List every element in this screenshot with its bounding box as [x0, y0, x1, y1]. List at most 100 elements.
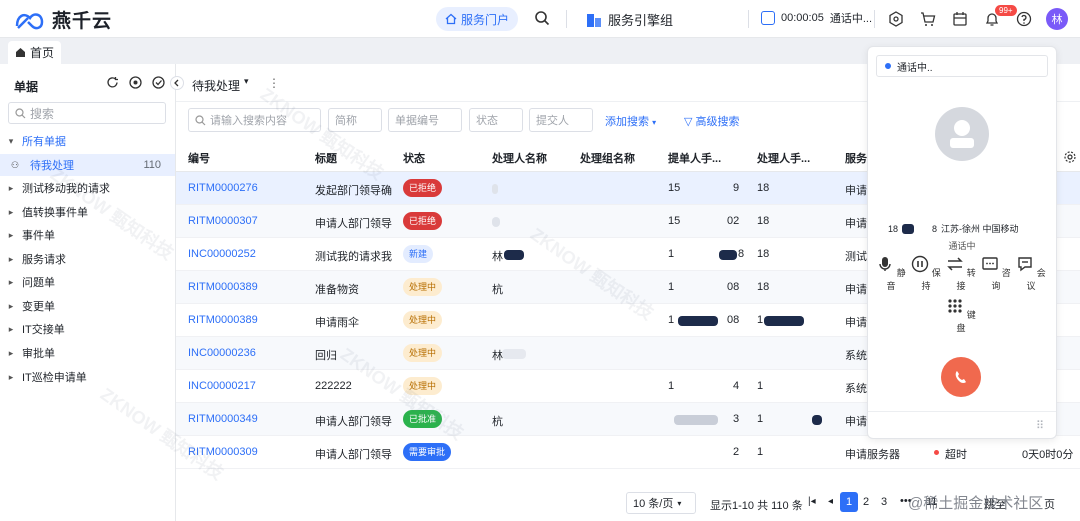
sidebar-item[interactable]: ▸ 服务请求 [0, 248, 175, 270]
view-name[interactable]: 待我处理 [192, 77, 240, 94]
brand-logo[interactable]: 燕千云 [14, 6, 112, 33]
duration: 0天0时0分 [1022, 449, 1074, 461]
ticket-id[interactable]: INC00000217 [188, 380, 256, 392]
col-handler-phone[interactable]: 处理人手... [757, 150, 810, 166]
filter-short-name-label: 简称 [335, 115, 357, 127]
settings-hex-icon[interactable] [888, 11, 904, 27]
caret-right-icon: ▸ [8, 182, 14, 193]
hangup-button[interactable] [941, 357, 981, 397]
col-status[interactable]: 状态 [403, 150, 425, 166]
column-settings-icon[interactable] [1064, 151, 1076, 163]
sidebar-item[interactable]: ▸ 值转换事件单 [0, 201, 175, 223]
submitter-phone-end: 2 [733, 446, 740, 458]
calendar-icon[interactable] [952, 11, 968, 27]
keypad-button[interactable]: 键盘 [946, 297, 976, 334]
sidebar-item[interactable]: ▸ 审批单 [0, 342, 175, 364]
page-size-select[interactable]: 10 条/页 ▾ [626, 492, 696, 514]
col-group[interactable]: 处理组名称 [580, 150, 635, 166]
refresh-icon[interactable] [106, 76, 119, 89]
col-number[interactable]: 编号 [188, 150, 210, 166]
grid-icon[interactable]: ⠿ [1036, 419, 1044, 432]
call-status: 通话中... [829, 13, 872, 25]
sidebar-search-input[interactable]: 搜索 [8, 102, 166, 124]
ticket-id[interactable]: RITM0000389 [188, 281, 258, 293]
mute-button[interactable]: 静音 [876, 255, 906, 292]
timeout-label: 超时 [945, 449, 967, 461]
ticket-id[interactable]: RITM0000349 [188, 413, 258, 425]
sidebar-item[interactable]: ▸ 变更单 [0, 295, 175, 317]
ticket-title: 申请雨伞 [315, 317, 359, 329]
filter-submitter[interactable]: 提交人 [529, 108, 593, 132]
status-badge: 新建 [403, 245, 434, 263]
hangup-icon [955, 371, 966, 383]
consult-button[interactable]: 咨询 [981, 255, 1011, 292]
col-title[interactable]: 标题 [315, 150, 337, 166]
sidebar-item[interactable]: ▸ 事件单 [0, 224, 175, 246]
service-name: 申请 [845, 185, 867, 197]
col-handler[interactable]: 处理人名称 [492, 150, 547, 166]
sidebar-item[interactable]: ▸ 测试移动我的请求 [0, 177, 175, 199]
user-group-icon: ⚇ [10, 159, 20, 170]
tab-home[interactable]: 首页 [8, 41, 61, 64]
service-name: 测试 [845, 251, 867, 263]
transfer-button[interactable]: 转接 [946, 255, 976, 292]
add-search-button[interactable]: 添加搜索 ▾ [605, 113, 656, 129]
col-submitter-phone[interactable]: 提单人手... [668, 150, 721, 166]
submitter-phone: 1 [668, 281, 675, 293]
hold-button[interactable]: 保持 [911, 255, 941, 292]
record-icon[interactable] [152, 76, 165, 89]
call-status-text: 通话中.. [897, 62, 933, 74]
service-name: 申请 [845, 416, 867, 428]
redacted-value [764, 316, 804, 326]
prev-page-icon[interactable]: ◂ [828, 496, 833, 507]
collapse-sidebar-icon[interactable] [170, 76, 184, 90]
service-engine-label: 服务引擎组 [608, 13, 674, 28]
ticket-id[interactable]: INC00000252 [188, 248, 256, 260]
sidebar-group-all[interactable]: ▾ 所有单据 [0, 130, 175, 152]
status-badge: 处理中 [403, 344, 443, 362]
search-content-input[interactable]: 请输入搜索内容 [188, 108, 321, 132]
target-icon[interactable] [129, 76, 142, 89]
ticket-id[interactable]: RITM0000276 [188, 182, 258, 194]
first-page-icon[interactable]: |◂ [808, 496, 816, 507]
advanced-search-button[interactable]: ▽ 高级搜索 [684, 113, 740, 129]
caret-right-icon: ▸ [8, 206, 14, 217]
ticket-id[interactable]: RITM0000307 [188, 215, 258, 227]
page-2[interactable]: 2 [863, 496, 869, 508]
view-dropdown-icon[interactable]: ▾ [244, 76, 249, 87]
page-1[interactable]: 1 [840, 492, 858, 512]
global-search-icon[interactable] [534, 10, 550, 29]
user-avatar[interactable]: 林 [1046, 8, 1068, 30]
ticket-id[interactable]: RITM0000309 [188, 446, 258, 458]
service-portal-button[interactable]: 服务门户 [436, 7, 518, 31]
sidebar-item[interactable]: ▸ IT巡检申请单 [0, 366, 175, 388]
caret-right-icon: ▸ [8, 229, 14, 240]
ticket-title: 准备物资 [315, 284, 359, 296]
filter-short-name[interactable]: 简称 [328, 108, 382, 132]
status-badge: 已拒绝 [403, 179, 443, 197]
service-name: 申请 [845, 218, 867, 230]
ticket-id[interactable]: RITM0000389 [188, 314, 258, 326]
caret-right-icon: ▸ [8, 300, 14, 311]
col-service[interactable]: 服务 [845, 150, 867, 166]
conference-button[interactable]: 会议 [1016, 255, 1046, 292]
caller-avatar [935, 107, 989, 161]
filter-ticket-number[interactable]: 单据编号 [388, 108, 462, 132]
sidebar-item[interactable]: ▸ IT交接单 [0, 318, 175, 340]
cart-icon[interactable] [920, 11, 936, 27]
submitter-phone: 15 [668, 215, 681, 227]
sidebar-item[interactable]: ▸ 问题单 [0, 271, 175, 293]
help-icon[interactable] [1016, 11, 1032, 27]
sidebar-item-pending[interactable]: ⚇ 待我处理 110 [0, 154, 175, 176]
table-row[interactable]: RITM0000309 申请人部门领导 需要审批 2 1 申请服务器 超时 0天… [176, 436, 1080, 469]
redacted-value [902, 223, 915, 234]
service-engine-group[interactable]: 服务引擎组 [586, 10, 673, 29]
ticket-id[interactable]: INC00000236 [188, 347, 256, 359]
service-name: 系统 [845, 383, 867, 395]
page-3[interactable]: 3 [881, 496, 887, 508]
call-timer: 00:00:05 [781, 12, 824, 24]
filter-status[interactable]: 状态 [469, 108, 523, 132]
view-more-icon[interactable]: ⋮ [268, 76, 280, 90]
brand-name: 燕千云 [52, 11, 113, 32]
call-indicator[interactable]: 00:00:05 通话中... [761, 10, 872, 26]
